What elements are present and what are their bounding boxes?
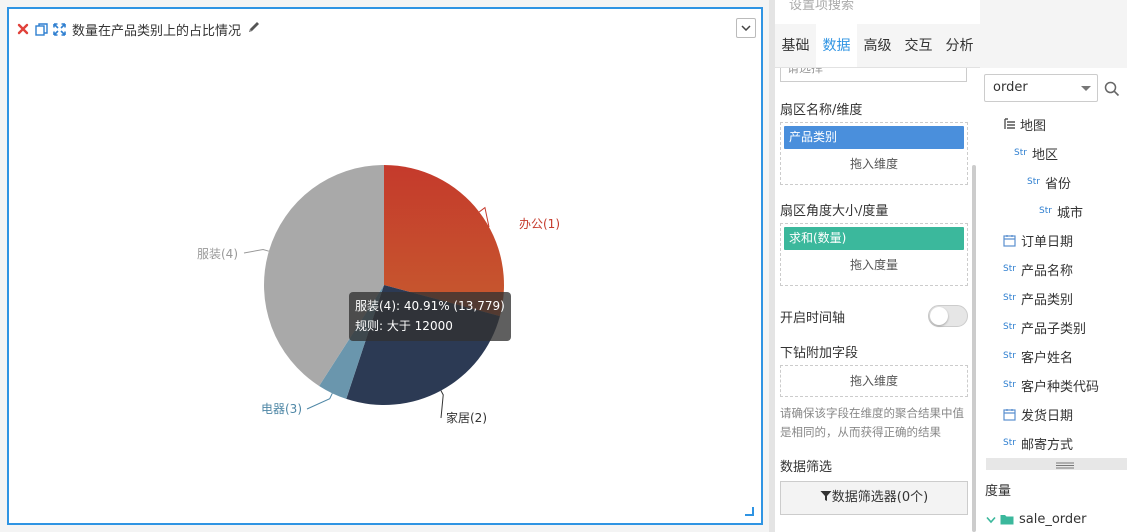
field-item-customer-type-code[interactable]: Str 客户种类代码 (1003, 375, 1099, 395)
field-label: 产品子类别 (1020, 321, 1086, 337)
string-type-icon: Str (1027, 177, 1040, 187)
string-type-icon: Str (1003, 380, 1016, 390)
field-label: 产品类别 (1020, 292, 1073, 308)
field-item-product-name[interactable]: Str 产品名称 (1003, 259, 1073, 279)
field-item-order-date[interactable]: 订单日期 (1003, 230, 1073, 250)
field-label: 订单日期 (1021, 234, 1074, 250)
field-item-region[interactable]: Str 地区 (1014, 143, 1058, 163)
drill-note: 请确保该字段在维度的聚合结果中值是相同的，从而获得正确的结果 (780, 406, 964, 439)
calendar-icon (1003, 234, 1016, 247)
field-label: 产品名称 (1020, 263, 1073, 279)
string-type-icon: Str (1003, 351, 1016, 361)
field-label: 地区 (1031, 147, 1058, 163)
string-type-icon: Str (1003, 438, 1016, 448)
settings-search[interactable]: 设置项搜索 (775, 0, 1127, 14)
string-type-icon: Str (1014, 148, 1027, 158)
field-item-province[interactable]: Str 省份 (1027, 172, 1071, 192)
funnel-icon (820, 491, 832, 501)
folder-icon (1000, 515, 1014, 525)
tab-basic[interactable]: 基础 (775, 24, 816, 67)
field-label: 邮寄方式 (1020, 437, 1073, 453)
timeline-toggle[interactable] (928, 305, 968, 327)
dimension-drop-hint: 拖入维度 (849, 157, 898, 171)
field-label: 发货日期 (1021, 408, 1074, 424)
measure-pill[interactable]: 求和(数量) (784, 227, 964, 250)
string-type-icon: Str (1039, 206, 1052, 216)
string-type-icon: Str (1003, 293, 1016, 303)
tab-analysis[interactable]: 分析 (939, 24, 980, 67)
measure-group-label: sale_order (1019, 512, 1087, 527)
search-icon[interactable] (1104, 81, 1120, 101)
field-label: 城市 (1056, 205, 1083, 221)
datasource-select[interactable]: order (984, 74, 1098, 102)
data-settings-scroll: 请选择 扇区名称/维度 产品类别 拖入维度 扇区角度大小/度量 求和(数量) 拖… (780, 68, 972, 532)
settings-panel: 设置项搜索 基础 数据 高级 交互 分析 请选择 扇区名称/维度 产品类别 拖入… (775, 0, 980, 532)
field-item-customer-name[interactable]: Str 客户姓名 (1003, 346, 1073, 366)
pie-chart[interactable]: 办公(1) 家居(2) 电器(3) 服装(4) (9, 9, 761, 523)
settings-tabs: 基础 数据 高级 交互 分析 (775, 24, 980, 68)
pie-label: 家居(2) (446, 410, 487, 425)
field-item-map[interactable]: 地图 (1004, 114, 1046, 134)
field-item-ship-date[interactable]: 发货日期 (1003, 404, 1073, 424)
chart-type-select[interactable]: 请选择 (780, 68, 967, 82)
pie-label-line (306, 393, 333, 410)
datasource-value: order (993, 80, 1028, 95)
field-label: 客户种类代码 (1020, 379, 1099, 395)
dimension-dropzone[interactable]: 产品类别 拖入维度 (780, 122, 968, 185)
sector-measure-label: 扇区角度大小/度量 (780, 204, 889, 219)
dimension-pill[interactable]: 产品类别 (784, 126, 964, 149)
measure-dropzone[interactable]: 求和(数量) 拖入度量 (780, 223, 968, 286)
data-filter-button-label: 数据筛选器(0个) (831, 490, 929, 505)
toggle-knob (930, 307, 948, 325)
measure-section-label: 度量 (985, 484, 1012, 499)
measure-drop-hint: 拖入度量 (849, 258, 898, 272)
grip-icon (1056, 462, 1074, 469)
field-label: 客户姓名 (1020, 350, 1073, 366)
pie-label-line (243, 248, 270, 254)
settings-scrollbar[interactable] (972, 165, 976, 532)
settings-search-placeholder[interactable]: 设置项搜索 (789, 0, 854, 13)
calendar-icon (1003, 408, 1016, 421)
field-item-product-category[interactable]: Str 产品类别 (1003, 288, 1073, 308)
tab-data[interactable]: 数据 (816, 24, 857, 67)
hierarchy-icon (1004, 118, 1015, 129)
app-root: 数量在产品类别上的占比情况 办公(1) 家居(2) 电器(3) 服装(4) 服装(4)… (0, 0, 1127, 532)
resize-handle[interactable] (745, 507, 754, 516)
tab-advanced[interactable]: 高级 (857, 24, 898, 67)
tooltip-rule: 规则: 大于 12000 (355, 319, 453, 333)
drill-drop-hint: 拖入维度 (849, 374, 898, 388)
string-type-icon: Str (1003, 322, 1016, 332)
field-item-ship-mode[interactable]: Str 邮寄方式 (1003, 433, 1073, 453)
string-type-icon: Str (1003, 264, 1016, 274)
field-item-product-subcategory[interactable]: Str 产品子类别 (1003, 317, 1086, 337)
field-item-city[interactable]: Str 城市 (1039, 201, 1083, 221)
tab-interaction[interactable]: 交互 (898, 24, 939, 67)
sector-dimension-label: 扇区名称/维度 (780, 103, 863, 118)
pie-label: 办公(1) (519, 216, 560, 231)
chart-tooltip: 服装(4): 40.91% (13,779) 规则: 大于 12000 (349, 292, 511, 341)
pie-label-line (440, 390, 444, 419)
drill-field-label: 下钻附加字段 (780, 346, 859, 361)
pie-label: 服装(4) (197, 247, 238, 261)
chevron-down-icon (986, 516, 996, 523)
filter-label: 数据筛选 (780, 460, 833, 475)
chart-widget[interactable]: 数量在产品类别上的占比情况 办公(1) 家居(2) 电器(3) 服装(4) 服装(4)… (7, 7, 763, 525)
fields-panel: order 地图 Str 地区 Str 省份 Str 城市 订单日期 Str 产… (980, 68, 1127, 532)
field-label: 省份 (1044, 176, 1071, 192)
data-filter-button[interactable]: 数据筛选器(0个) (780, 481, 968, 515)
tooltip-value: 服装(4): 40.91% (13,779) (355, 299, 505, 313)
field-label: 地图 (1020, 118, 1047, 134)
drill-dropzone[interactable]: 拖入维度 (780, 365, 968, 397)
caret-down-icon (1081, 86, 1091, 91)
pie-label: 电器(3) (261, 402, 302, 416)
measure-group-sale-order[interactable]: sale_order (986, 512, 1087, 527)
timeline-label: 开启时间轴 (780, 311, 846, 326)
